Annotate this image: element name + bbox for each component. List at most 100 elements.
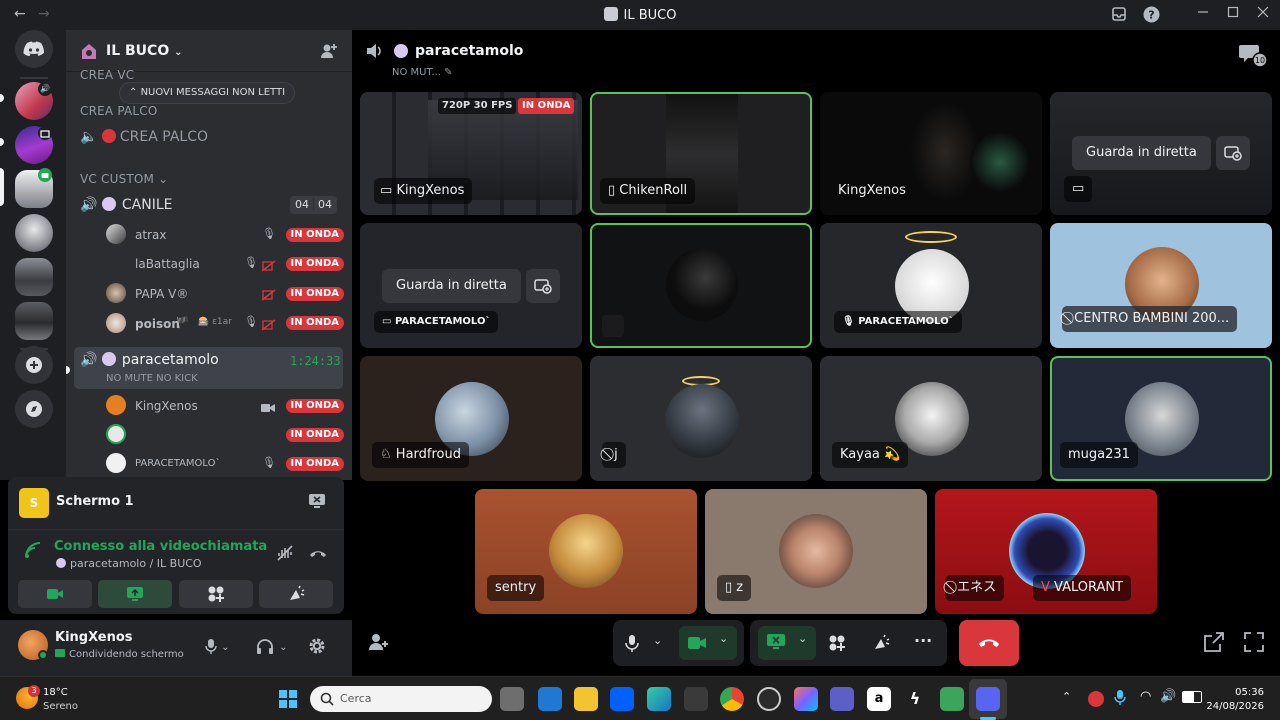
channel-crea-palco[interactable]: 🔈 CREA PALCO [80, 129, 208, 145]
participant-label: ▯ ChikenRoll [600, 178, 696, 204]
stage-channel-status[interactable]: NO MUT... ✎ [392, 67, 453, 78]
noise-suppression-icon[interactable] [276, 544, 294, 562]
wifi-icon[interactable]: ◠ [1140, 689, 1151, 704]
chrome-icon[interactable] [720, 687, 744, 711]
more-options-icon[interactable]: ··· [914, 631, 932, 650]
obs-icon[interactable] [757, 687, 781, 711]
pop-out-button[interactable] [1216, 136, 1250, 170]
minimize-icon[interactable] [1194, 6, 1212, 24]
video-tile-camera[interactable]: ▯ ChikenRoll [590, 92, 812, 215]
inbox-icon[interactable] [1110, 6, 1128, 24]
video-tile-camera[interactable]: KingXenos [820, 92, 1042, 215]
settings-gear-icon[interactable] [308, 637, 328, 657]
video-tile-avatar[interactable]: muga231 [1050, 356, 1272, 481]
tray-chevron-up-icon[interactable]: ⌃ [1062, 690, 1071, 703]
disconnect-icon[interactable] [308, 544, 328, 562]
voice-user-name[interactable]: laBattaglia [135, 257, 200, 271]
server-icon-6[interactable] [15, 302, 53, 340]
camera-button[interactable] [18, 580, 92, 608]
add-server-button[interactable] [15, 346, 53, 384]
invite-icon[interactable] [320, 42, 340, 62]
soundboard-button[interactable] [872, 634, 892, 654]
category-crea-palco[interactable]: CREA PALCO [80, 104, 158, 118]
close-icon[interactable] [1254, 6, 1272, 24]
connection-status[interactable]: Connesso alla videochiamata [54, 539, 267, 554]
file-explorer-icon[interactable] [574, 687, 598, 711]
help-icon[interactable]: ? [1142, 6, 1160, 24]
category-vc-custom[interactable]: VC CUSTOM ⌄ [80, 172, 168, 186]
video-tile-avatar[interactable]: sentry [475, 489, 697, 614]
screen-share-button[interactable] [98, 580, 172, 608]
teams-icon[interactable] [830, 687, 854, 711]
video-tile-avatar[interactable] [590, 223, 812, 348]
headphones-button[interactable]: ⌄ [256, 638, 292, 658]
maximize-icon[interactable] [1224, 6, 1242, 24]
amazon-icon[interactable]: a [867, 687, 891, 711]
invite-to-call-icon[interactable] [368, 632, 392, 654]
battery-icon[interactable] [1182, 691, 1202, 703]
server-name[interactable]: IL BUCO ⌄ [106, 43, 182, 59]
screen-share-toggle-button[interactable]: ⌄ [758, 626, 816, 660]
selected-pill [66, 366, 70, 374]
volume-icon[interactable]: 🔊 [1160, 689, 1176, 704]
task-view-icon[interactable] [500, 687, 524, 711]
watch-stream-button[interactable]: Guarda in diretta [382, 269, 521, 303]
end-call-button[interactable] [959, 620, 1019, 666]
edge-icon[interactable] [647, 687, 671, 711]
pop-out-button[interactable] [526, 269, 560, 303]
outlook-icon[interactable] [538, 687, 562, 711]
weather-temp[interactable]: 18°C [43, 687, 68, 698]
chat-bubble-icon[interactable]: 10 [1238, 42, 1270, 68]
weather-condition[interactable]: Sereno [43, 701, 78, 712]
voice-user-name[interactable]: atrax [135, 228, 166, 242]
video-tile-stream[interactable]: Guarda in diretta ▭ [1050, 92, 1272, 215]
video-tile-avatar[interactable]: ▯ z [705, 489, 927, 614]
video-tile-screen-share[interactable]: 720P 30 FPS IN ONDA ▭ KingXenos [360, 92, 582, 215]
discover-button[interactable] [15, 390, 53, 428]
copilot-icon[interactable] [794, 687, 818, 711]
channel-canile[interactable]: 🔊 CANILE [80, 197, 173, 213]
discord-home-button[interactable] [15, 30, 53, 68]
unread-messages-banner[interactable]: ⌃ NUOVI MESSAGGI NON LETTI [119, 82, 296, 104]
live-badge: IN ONDA [285, 428, 344, 442]
activities-button[interactable] [828, 634, 848, 654]
video-tile-avatar[interactable]: Kayaa 💫 [820, 356, 1042, 481]
video-tile-avatar[interactable]: ⃠ エネス V VALORANT [935, 489, 1157, 614]
chat-app-icon[interactable] [940, 687, 964, 711]
voice-user-name[interactable]: PARACETAMOLO` [135, 458, 221, 469]
app-icon[interactable]: ϟ [903, 687, 927, 711]
watch-stream-button[interactable]: Guarda in diretta [1072, 136, 1211, 170]
microphone-button[interactable]: ⌄ [625, 634, 665, 654]
video-tile-avatar[interactable]: 🎙 PARACETAMOLO` [820, 223, 1042, 348]
voice-user-name[interactable]: PAPA V® [135, 287, 188, 301]
server-icon-4[interactable] [15, 214, 53, 252]
video-tile-avatar[interactable]: ⃠ j [590, 356, 812, 481]
soundboard-button[interactable] [259, 580, 333, 608]
video-tile-avatar[interactable]: ⃠ CENTRO BAMBINI 200... [1050, 223, 1272, 348]
user-name[interactable]: KingXenos [55, 630, 133, 645]
server-icon-5[interactable] [15, 258, 53, 296]
category-crea-vc[interactable]: CREA VC [80, 68, 134, 82]
discord-taskbar-icon[interactable] [976, 687, 1000, 711]
stop-stream-icon[interactable] [308, 493, 328, 511]
tray-mic-icon[interactable] [1114, 689, 1130, 707]
taskbar-search-input[interactable]: Cerca [310, 686, 492, 712]
voice-user-name[interactable]: poison [135, 317, 180, 331]
clock-time[interactable]: 05:36 [1212, 687, 1264, 698]
stream-thumbnail-icon[interactable]: S [19, 488, 49, 518]
fullscreen-icon[interactable] [1244, 632, 1266, 654]
tray-app-icon[interactable] [1088, 691, 1104, 707]
store-icon[interactable] [684, 687, 708, 711]
camera-toggle-button[interactable]: ⌄ [679, 626, 737, 660]
pop-out-icon[interactable] [1204, 632, 1226, 654]
connection-location[interactable]: paracetamolo / IL BUCO [56, 557, 202, 570]
microphone-button[interactable]: ⌄ [205, 638, 233, 658]
windows-start-icon[interactable] [276, 687, 300, 711]
connection-signal-icon[interactable] [24, 541, 42, 559]
voice-user-name[interactable]: KingXenos [135, 399, 198, 413]
activities-button[interactable] [179, 580, 253, 608]
video-tile-avatar[interactable]: ♘ Hardfroud [360, 356, 582, 481]
video-tile-stream[interactable]: Guarda in diretta ▭ PARACETAMOLO` [360, 223, 582, 348]
clock-date[interactable]: 24/08/2026 [1200, 701, 1264, 712]
dropbox-icon[interactable] [610, 687, 634, 711]
